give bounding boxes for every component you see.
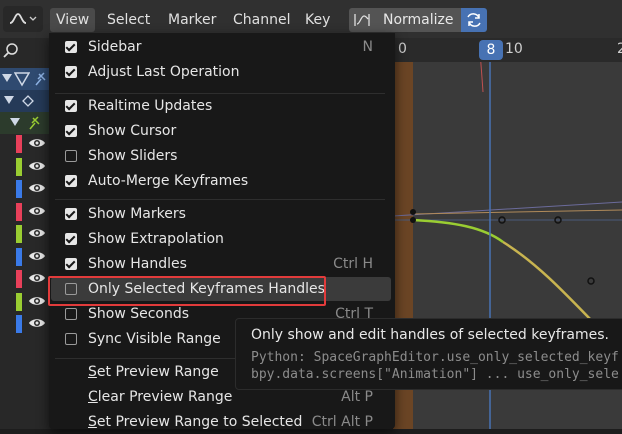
menu-item-label: Realtime Updates (88, 98, 213, 114)
menu-item-label: Sync Visible Range (88, 331, 221, 347)
checkbox[interactable] (65, 125, 77, 137)
graph-editor-icon (9, 13, 27, 24)
menu-key[interactable]: Key (299, 8, 336, 32)
menu-item-set-preview-range-selected[interactable]: Set Preview Range to Selected Ctrl Alt P (51, 410, 391, 434)
menu-item-label: Adjust Last Operation (88, 64, 240, 80)
normalize-icon (354, 14, 370, 26)
menu-item-label: Show Sliders (88, 148, 178, 164)
menu-item-label: Set Preview Range to Selected (88, 410, 302, 434)
menu-item-show-handles[interactable]: Show Handles Ctrl H (51, 252, 391, 276)
menu-marker[interactable]: Marker (162, 8, 222, 32)
menu-item-label: Show Markers (88, 206, 186, 222)
checkbox[interactable] (65, 41, 77, 53)
checkbox[interactable] (65, 100, 77, 112)
channel-color-swatch (16, 135, 22, 153)
eye-icon[interactable] (28, 181, 46, 195)
checkbox[interactable] (65, 208, 77, 220)
menu-item-realtime-updates[interactable]: Realtime Updates (51, 94, 391, 118)
menu-item-label-rest: et Preview Range (96, 364, 219, 380)
editor-type-button[interactable] (3, 6, 43, 32)
eye-icon[interactable] (28, 159, 46, 173)
eye-icon[interactable] (28, 136, 46, 150)
tooltip-data-path: bpy.data.screens["Animation"] ... use_on… (251, 367, 619, 382)
channel-color-swatch (16, 180, 22, 198)
eye-icon[interactable] (28, 226, 46, 240)
checkbox[interactable] (65, 333, 77, 345)
menu-item-show-sliders[interactable]: Show Sliders (51, 144, 391, 168)
auto-normalize-toggle[interactable] (461, 8, 487, 32)
channel-color-swatch (16, 247, 22, 266)
menu-item-show-extrapolation[interactable]: Show Extrapolation (51, 227, 391, 251)
menu-item-show-markers[interactable]: Show Markers (51, 202, 391, 226)
triangle-down-icon (2, 74, 12, 82)
menu-item-label: Show Cursor (88, 123, 177, 139)
channel-color-swatch (16, 315, 22, 333)
menu-item-label-rest: lear Preview Range (97, 389, 233, 405)
triangle-down-icon (4, 96, 14, 104)
menu-item-label: Sidebar (88, 39, 142, 55)
menu-item-auto-merge-keyframes[interactable]: Auto-Merge Keyframes (51, 169, 391, 193)
frame-tick-label: 10 (505, 41, 523, 57)
checkbox[interactable] (65, 308, 77, 320)
menu-item-adjust-last-operation[interactable]: Adjust Last Operation (51, 60, 391, 84)
shortcut-label: Ctrl H (333, 256, 373, 272)
frame-ruler[interactable]: 0 10 2 (393, 38, 622, 62)
menu-item-label: Show Extrapolation (88, 231, 224, 247)
menu-item-label-rest: et Preview Range to Selected (96, 414, 303, 430)
menu-item-label: Clear Preview Range (88, 385, 232, 409)
highlight-callout-box (48, 276, 326, 306)
checkbox[interactable] (65, 233, 77, 245)
mnemonic-letter: S (88, 364, 97, 380)
eye-icon[interactable] (28, 271, 46, 285)
eye-icon[interactable] (28, 316, 46, 330)
mnemonic-letter: S (88, 414, 97, 430)
tooltip-python-path: Python: SpaceGraphEditor.use_only_select… (251, 350, 619, 365)
menu-separator (55, 93, 385, 94)
menu-select[interactable]: Select (101, 8, 156, 32)
normalize-icon-button[interactable] (349, 8, 375, 32)
shortcut-label: Ctrl Alt P (311, 414, 373, 430)
pin-icon (29, 116, 40, 130)
eye-icon[interactable] (28, 294, 46, 308)
channel-color-swatch (16, 157, 22, 176)
pin-icon (35, 72, 46, 86)
frame-tick-label: 2 (617, 41, 622, 57)
normalize-button[interactable]: Normalize (375, 8, 461, 32)
checkbox[interactable] (65, 66, 77, 78)
eye-icon[interactable] (28, 204, 46, 218)
menu-item-label: Auto-Merge Keyframes (88, 173, 249, 189)
shortcut-label: N (362, 39, 373, 55)
menu-item-label: Show Handles (88, 256, 187, 272)
checkbox[interactable] (65, 175, 77, 187)
triangle-down-icon (10, 118, 20, 126)
tooltip: Only show and edit handles of selected k… (235, 318, 622, 390)
menu-item-sidebar[interactable]: Sidebar N (51, 35, 391, 59)
current-frame-indicator[interactable]: 8 (479, 40, 503, 60)
menu-item-show-cursor[interactable]: Show Cursor (51, 119, 391, 143)
tooltip-title: Only show and edit handles of selected k… (251, 327, 609, 343)
search-icon[interactable] (2, 42, 20, 60)
channel-color-swatch (16, 202, 22, 221)
channel-color-swatch (16, 292, 22, 311)
menu-channel[interactable]: Channel (227, 8, 296, 32)
checkbox[interactable] (65, 258, 77, 270)
action-icon (22, 95, 34, 107)
checkbox[interactable] (65, 150, 77, 162)
object-data-icon (14, 72, 30, 87)
eye-icon[interactable] (28, 249, 46, 263)
menu-separator (55, 199, 385, 200)
channel-color-swatch (16, 270, 22, 288)
frame-tick-label: 0 (398, 41, 407, 57)
menu-view[interactable]: View (50, 8, 96, 32)
refresh-icon (467, 13, 481, 27)
mnemonic-letter: C (88, 389, 98, 405)
chevron-down-icon (29, 16, 37, 21)
menu-item-label: Set Preview Range (88, 360, 219, 384)
channel-color-swatch (16, 225, 22, 243)
